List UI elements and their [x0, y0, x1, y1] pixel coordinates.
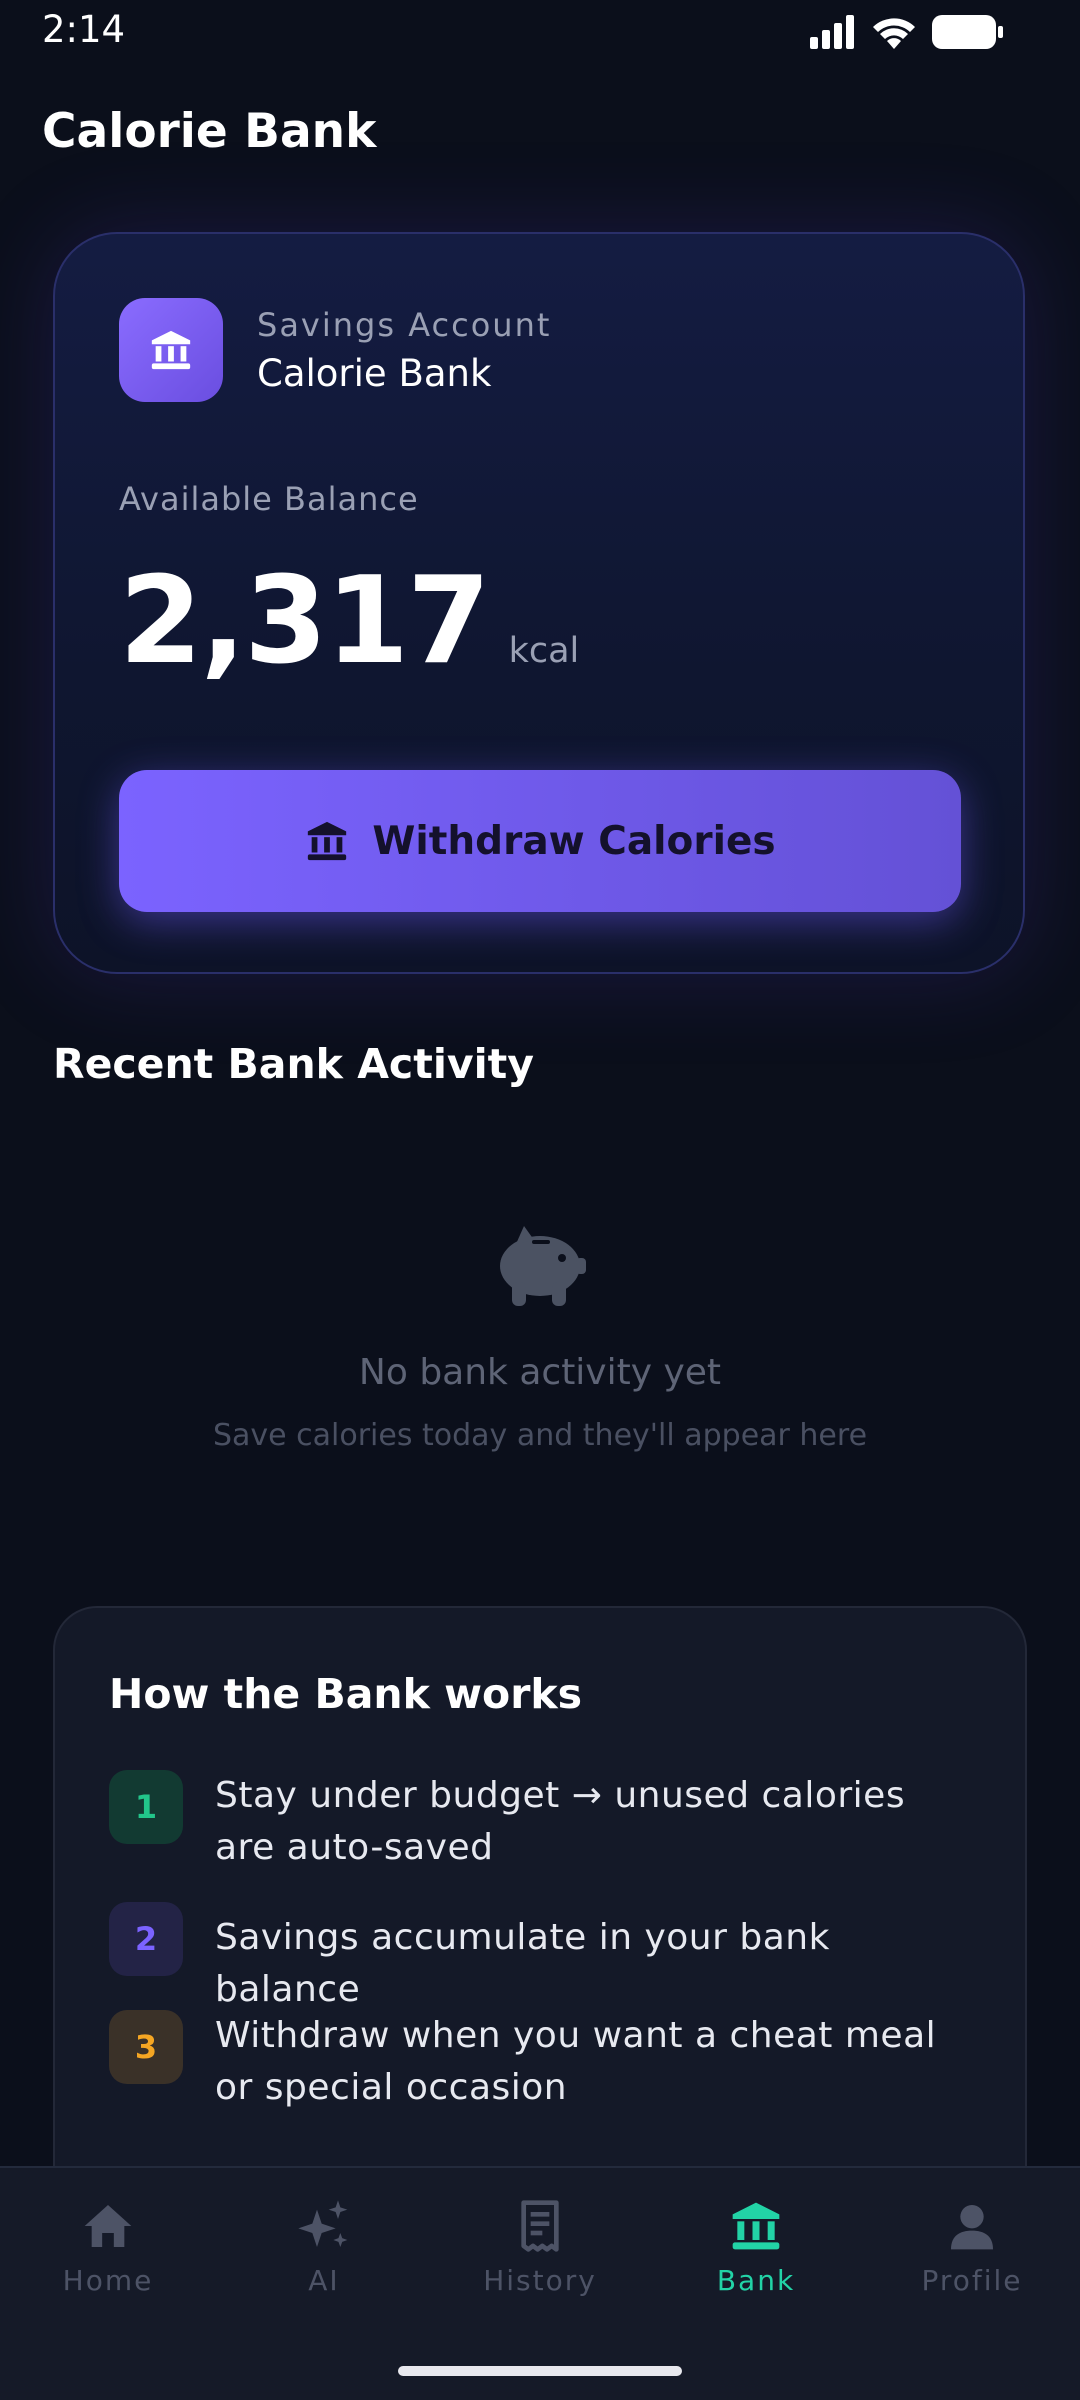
withdraw-label: Withdraw Calories — [372, 818, 776, 864]
balance-value: 2,317 — [119, 552, 491, 691]
empty-activity-subtitle: Save calories today and they'll appear h… — [212, 1418, 868, 1453]
balance-row: 2,317 kcal — [119, 552, 579, 691]
step-item: 2 Savings accumulate in your bank balanc… — [109, 1902, 975, 2016]
account-type: Savings Account — [257, 306, 552, 344]
bank-badge — [119, 298, 223, 402]
bank-icon — [151, 330, 191, 370]
step-text: Savings accumulate in your bank balance — [215, 1917, 830, 2010]
status-bar: 2:14 — [0, 0, 1080, 70]
nav-item-ai[interactable]: AI — [216, 2198, 432, 2297]
recent-activity-title: Recent Bank Activity — [53, 1040, 534, 1088]
sparkle-icon — [298, 2200, 348, 2247]
home-icon — [84, 2205, 132, 2247]
step-text: Withdraw when you want a cheat meal or s… — [215, 2015, 937, 2108]
bottom-navigation: Home AI History Bank Profile — [0, 2166, 1080, 2400]
status-icons — [810, 12, 1004, 52]
step-item: 3 Withdraw when you want a cheat meal or… — [109, 2010, 975, 2114]
empty-activity-title: No bank activity yet — [358, 1352, 722, 1393]
battery-icon — [932, 15, 1003, 49]
nav-label: Home — [62, 2264, 154, 2297]
status-time: 2:14 — [42, 8, 126, 51]
balance-label: Available Balance — [119, 480, 419, 518]
withdraw-calories-button[interactable]: Withdraw Calories — [119, 770, 961, 912]
balance-unit: kcal — [508, 631, 580, 671]
step-number-badge: 2 — [109, 1902, 183, 1976]
bank-icon — [308, 821, 347, 861]
bank-icon — [732, 2202, 780, 2250]
wifi-icon — [873, 18, 915, 49]
piggy-bank-icon — [500, 1226, 586, 1306]
signal-icon — [810, 15, 854, 49]
step-text: Stay under budget → unused calories are … — [215, 1775, 906, 1868]
how-it-works-title: How the Bank works — [109, 1670, 583, 1718]
calorie-bank-screen: 2:14 Calorie Bank Savings Account Calori… — [0, 0, 1080, 2400]
nav-label: Bank — [716, 2264, 796, 2297]
nav-item-profile[interactable]: Profile — [864, 2198, 1080, 2297]
account-name: Calorie Bank — [257, 352, 492, 395]
step-number-badge: 3 — [109, 2010, 183, 2084]
nav-item-history[interactable]: History — [432, 2198, 648, 2297]
nav-label: History — [483, 2264, 597, 2297]
person-icon — [951, 2205, 993, 2250]
bank-balance-card: Savings Account Calorie Bank Available B… — [53, 232, 1025, 974]
nav-item-bank[interactable]: Bank — [648, 2198, 864, 2297]
receipt-icon — [521, 2200, 559, 2252]
home-indicator[interactable] — [398, 2366, 682, 2376]
step-item: 1 Stay under budget → unused calories ar… — [109, 1770, 975, 1874]
nav-label: AI — [308, 2264, 340, 2297]
nav-label: Profile — [921, 2264, 1023, 2297]
step-number-badge: 1 — [109, 1770, 183, 1844]
page-title: Calorie Bank — [42, 104, 377, 159]
nav-item-home[interactable]: Home — [0, 2198, 216, 2297]
